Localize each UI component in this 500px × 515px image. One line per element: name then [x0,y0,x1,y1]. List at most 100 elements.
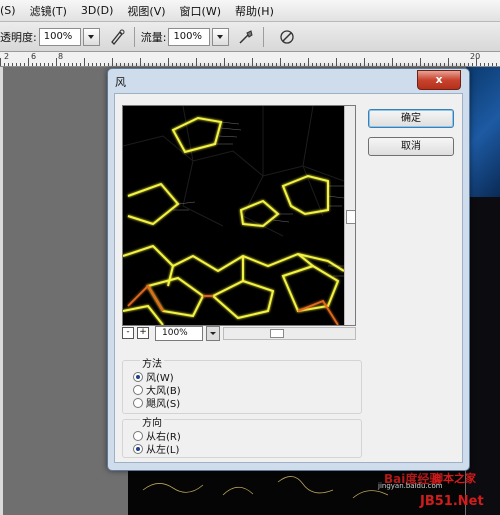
flow-input[interactable]: 100% [168,27,211,46]
menu-item-filter[interactable]: 滤镜(T) [24,3,75,19]
toolbar-separator [133,26,135,47]
ok-button[interactable]: 确定 [368,109,454,128]
menu-bar: (S) 滤镜(T) 3D(D) 视图(V) 窗口(W) 帮助(H) [0,0,500,22]
ruler-tick [452,63,453,66]
ruler-tick [188,63,189,66]
ruler-label: 2 [4,52,10,61]
menu-item-window[interactable]: 窗口(W) [174,3,229,19]
watermark-brand-bottom: JB51.Net [420,494,484,509]
ruler-tick [420,58,421,66]
ruler-label: 8 [58,52,64,61]
ruler-tick [256,63,257,66]
radio-icon [133,384,143,395]
ruler-tick [220,63,221,66]
ruler-tick [136,63,137,66]
zoom-out-button[interactable]: - [122,327,134,339]
ruler-tick [208,63,209,66]
filter-preview[interactable] [122,105,356,326]
vertical-ruler [0,67,3,515]
ruler-tick [464,63,465,66]
ruler-tick [196,58,197,66]
ruler-tick [192,63,193,66]
cancel-button[interactable]: 取消 [368,137,454,156]
method-group: 方法 风(W) 大风(B) 飓风(S) [122,355,362,414]
ruler-tick [456,63,457,66]
ruler-tick [412,63,413,66]
ruler-tick [356,63,357,66]
zoom-level-value[interactable]: 100% [155,325,203,341]
ruler-tick [488,63,489,66]
preview-horizontal-scrollbar[interactable] [223,326,356,340]
method-option-stagger[interactable]: 飓风(S) [133,395,180,410]
ruler-tick [348,63,349,66]
ruler-tick [364,58,365,66]
ruler-tick [144,63,145,66]
tablet-pressure-icon[interactable] [278,28,296,46]
airbrush-icon[interactable] [237,28,255,46]
menu-item-select[interactable]: (S) [0,4,24,17]
ruler-tick [372,63,373,66]
ruler-tick [12,63,13,66]
ruler-tick [384,63,385,66]
method-group-title: 方法 [140,355,164,370]
ruler-tick [360,63,361,66]
pen-pressure-opacity-icon[interactable] [108,28,126,46]
ruler-tick [468,63,469,66]
ruler-tick [432,63,433,66]
ruler-tick [272,63,273,66]
opacity-dropdown-button[interactable] [82,27,100,46]
ruler-tick [324,63,325,66]
ruler-tick [336,58,337,66]
ruler-tick [352,63,353,66]
direction-option-from-left[interactable]: 从左(L) [133,441,179,456]
ruler-tick [260,63,261,66]
ruler-tick [164,63,165,66]
ruler-tick [48,63,49,66]
direction-group-title: 方向 [140,414,164,429]
ruler-tick [320,63,321,66]
ruler-tick [52,63,53,66]
opacity-input[interactable]: 100% [38,27,81,46]
toolbar-separator [263,26,265,47]
ruler-tick [76,63,77,66]
ruler-tick [64,63,65,66]
radio-selected-icon [133,371,143,382]
ruler-tick [268,63,269,66]
ruler-tick [232,63,233,66]
ruler-tick [80,63,81,66]
document-canvas-preview-strip [466,67,500,197]
ruler-tick [484,63,485,66]
ruler-tick [24,63,25,66]
flow-dropdown-button[interactable] [212,27,230,46]
ruler-tick [176,63,177,66]
ruler-tick [172,63,173,66]
close-icon[interactable]: x [417,70,461,90]
ruler-tick [216,63,217,66]
horizontal-ruler: 2 6 8 20 [0,52,500,67]
ruler-tick [128,63,129,66]
scrollbar-thumb[interactable] [346,210,355,224]
ruler-tick [88,63,89,66]
ruler-tick [292,63,293,66]
ruler-tick [120,63,121,66]
ruler-tick [328,63,329,66]
ruler-tick [116,63,117,66]
wind-filter-dialog: 风 x - + 100% 方法 风(W) 大风(B) 飓风(S) 方向 从右(R… [107,68,470,471]
direction-group: 方向 从右(R) 从左(L) [122,414,362,458]
zoom-dropdown-button[interactable] [206,325,220,341]
ruler-tick [392,58,393,66]
menu-item-3d[interactable]: 3D(D) [75,4,122,17]
scrollbar-thumb[interactable] [270,328,284,338]
ruler-tick [388,63,389,66]
preview-vertical-scrollbar[interactable] [344,106,355,325]
ruler-tick [472,63,473,66]
opacity-label: 透明度: [0,30,37,44]
flow-label: 流量: [140,30,167,44]
ruler-tick [184,63,185,66]
ruler-tick [168,58,169,66]
zoom-in-button[interactable]: + [137,327,149,339]
ruler-tick [20,63,21,66]
menu-item-view[interactable]: 视图(V) [121,3,173,19]
menu-item-help[interactable]: 帮助(H) [229,3,282,19]
ruler-tick [276,63,277,66]
